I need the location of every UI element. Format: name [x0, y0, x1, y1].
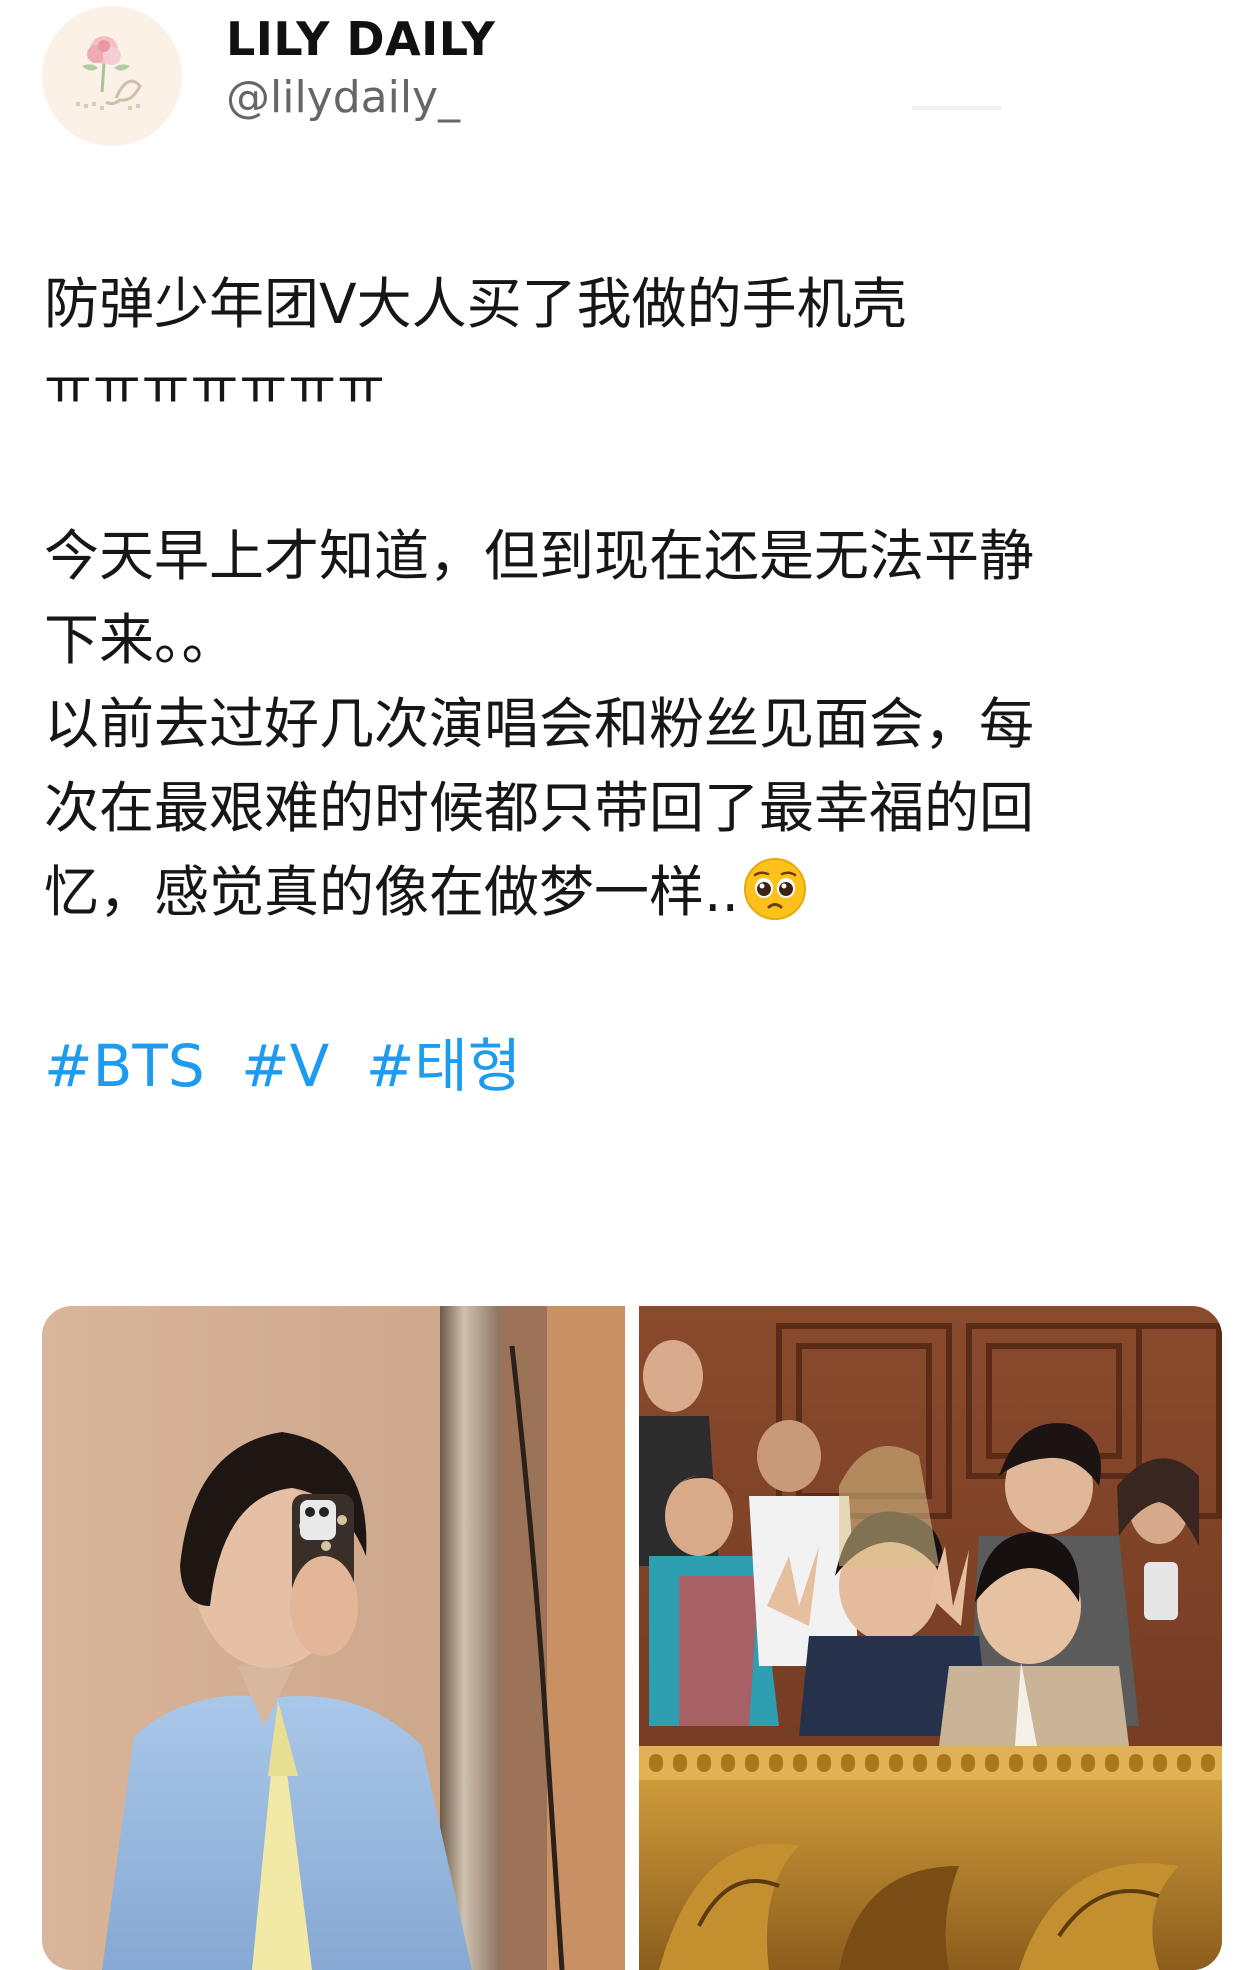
hashtag-taehyung-link[interactable]: #태형 [366, 1032, 521, 1100]
rose-avatar-icon [42, 6, 182, 146]
tweet-line: 防弹少年团V大人买了我做的手机壳 [44, 272, 907, 336]
tweet-header: LILY DAILY @lilydaily_ [42, 0, 1222, 150]
tweet-line-text: 忆，感觉真的像在做梦一样.. [44, 860, 739, 924]
mirror-selfie-image [42, 1306, 625, 1970]
group-selfie-image [639, 1306, 1222, 1970]
tweet-line: 今天早上才知道，但到现在还是无法平静 [44, 524, 1035, 588]
author-name[interactable]: LILY DAILY [226, 12, 495, 66]
tweet-text: 防弹少年团V大人买了我做的手机壳 ㅠㅠㅠㅠㅠㅠㅠ 今天早上才知道，但到现在还是无… [44, 262, 1184, 934]
tweet-line: 以前去过好几次演唱会和粉丝见面会，每 [44, 692, 1035, 756]
hashtag-v-link[interactable]: #V [241, 1032, 329, 1100]
tweet-line: 次在最艰难的时候都只带回了最幸福的回 [44, 776, 1035, 840]
mirror-selfie-photo[interactable] [42, 1306, 625, 1970]
hashtag-row: #BTS #V #태형 [44, 1024, 539, 1108]
hashtag-bts-link[interactable]: #BTS [44, 1032, 205, 1100]
tweet-line: 下来。。 [44, 608, 237, 672]
tweet-line-last: 忆，感觉真的像在做梦一样.. [44, 850, 1184, 934]
divider [912, 106, 1002, 110]
author-handle[interactable]: @lilydaily_ [226, 72, 460, 123]
group-selfie-photo[interactable] [639, 1306, 1222, 1970]
avatar[interactable] [42, 6, 182, 146]
media-grid [42, 1306, 1222, 1970]
pleading-face-icon [743, 857, 807, 921]
tweet-line: ㅠㅠㅠㅠㅠㅠㅠ [44, 358, 386, 418]
